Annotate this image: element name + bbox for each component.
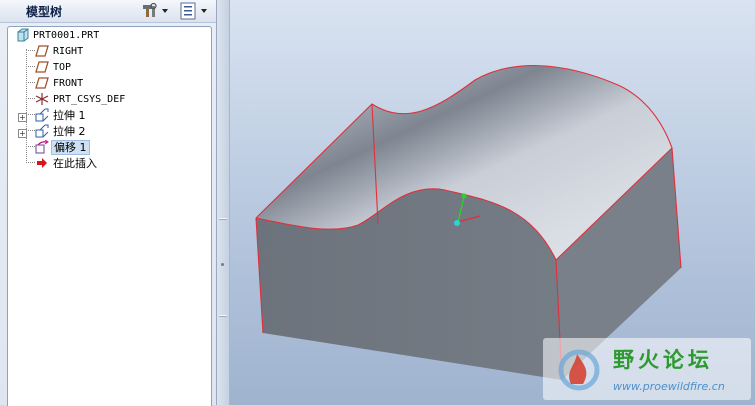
datum-plane-icon (35, 77, 49, 89)
panel-header: 模型树 (0, 0, 216, 23)
tree-item-label: FRONT (53, 78, 84, 89)
watermark-url: www.proewildfire.cn (613, 380, 725, 393)
tree-item-extrude-2[interactable]: 拉伸 2 (35, 124, 205, 139)
model-tree: PRT0001.PRT RIGHT TOP FRONT PRT_CSYS_DEF… (7, 26, 212, 406)
tree-item-insert-here[interactable]: 在此插入 (35, 156, 205, 171)
insert-here-arrow-icon (37, 158, 47, 168)
tree-item-top[interactable]: TOP (35, 60, 205, 75)
tree-item-extrude-1[interactable]: 拉伸 1 (35, 108, 205, 123)
part-icon (17, 28, 29, 42)
tree-item-front[interactable]: FRONT (35, 76, 205, 91)
model-tree-panel: 模型树 PRT0001.PRT RIGHT TOP FRONT PRT_CSYS… (0, 0, 217, 406)
tree-item-label: TOP (53, 62, 72, 73)
watermark-title: 野火论坛 (613, 348, 713, 372)
tree-item-csys[interactable]: PRT_CSYS_DEF (35, 92, 205, 107)
datum-plane-icon (35, 61, 49, 73)
extrude-icon (35, 124, 49, 138)
tree-item-label: RIGHT (53, 46, 84, 57)
tree-item-label: PRT_CSYS_DEF (53, 94, 126, 105)
tree-item-right[interactable]: RIGHT (35, 44, 205, 59)
sash-grip-icon (221, 263, 224, 266)
csys-icon (35, 93, 49, 105)
tools-icon (143, 2, 168, 17)
datum-plane-icon (35, 45, 49, 57)
tree-item-part[interactable]: PRT0001.PRT (16, 28, 206, 43)
extrude-icon (35, 108, 49, 122)
show-dropdown-button[interactable] (178, 2, 212, 20)
tree-item-offset-1[interactable]: 偏移 1 (35, 140, 205, 155)
tree-item-label: 偏移 1 (51, 140, 90, 155)
list-icon (180, 2, 207, 20)
watermark: 野火论坛 www.proewildfire.cn (543, 338, 751, 400)
offset-icon (35, 140, 49, 154)
tree-item-label: PRT0001.PRT (33, 30, 100, 41)
tree-item-label: 在此插入 (53, 157, 97, 170)
wildfire-logo-icon (558, 349, 600, 391)
tree-item-label: 拉伸 2 (53, 125, 86, 138)
tree-item-label: 拉伸 1 (53, 109, 86, 122)
expand-toggle[interactable]: + (18, 113, 27, 122)
expand-toggle[interactable]: + (18, 129, 27, 138)
panel-title: 模型树 (26, 5, 63, 19)
chevron-down-icon (201, 9, 207, 13)
panel-splitter[interactable] (217, 0, 230, 405)
settings-dropdown-button[interactable] (140, 2, 172, 19)
chevron-down-icon (162, 9, 168, 13)
